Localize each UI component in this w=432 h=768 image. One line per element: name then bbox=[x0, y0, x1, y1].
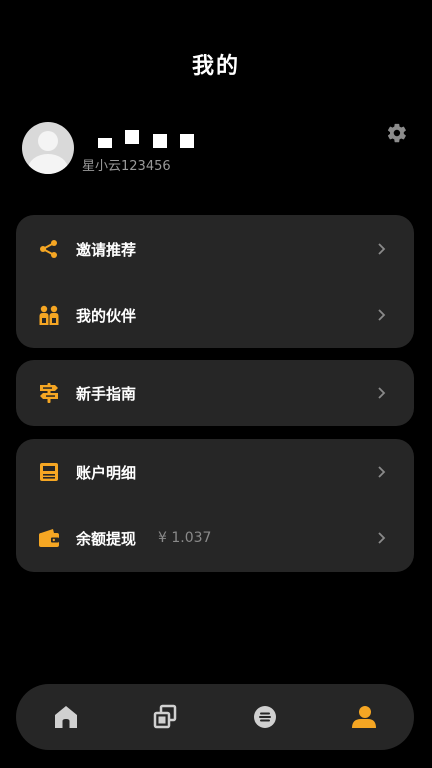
cards-icon[interactable] bbox=[150, 702, 180, 732]
signpost-icon bbox=[40, 383, 58, 403]
balance-value: ¥ 1.037 bbox=[158, 530, 212, 546]
menu-card-2: 新手指南 bbox=[16, 360, 414, 426]
chevron-right-icon bbox=[378, 243, 386, 255]
menu-item-guide[interactable]: 新手指南 bbox=[16, 365, 414, 421]
chevron-right-icon bbox=[378, 532, 386, 544]
menu-item-invite[interactable]: 邀请推荐 bbox=[16, 221, 414, 277]
home-icon[interactable] bbox=[51, 702, 81, 732]
gear-icon[interactable] bbox=[386, 122, 408, 144]
menu-item-partners[interactable]: 我的伙伴 bbox=[16, 287, 414, 343]
avatar-head bbox=[38, 131, 58, 151]
chevron-right-icon bbox=[378, 387, 386, 399]
avatar-shoulders bbox=[28, 154, 68, 174]
page-title: 我的 bbox=[191, 54, 240, 79]
menu-item-label: 余额提现 bbox=[76, 530, 137, 548]
share-icon bbox=[40, 240, 57, 258]
bottom-tab-bar bbox=[16, 684, 414, 750]
chevron-right-icon bbox=[378, 309, 386, 321]
avatar[interactable] bbox=[22, 122, 74, 174]
list-circle-icon[interactable] bbox=[250, 702, 280, 732]
menu-item-account-details[interactable]: 账户明细 bbox=[16, 444, 414, 500]
menu-card-1: 邀请推荐 我的伙伴 bbox=[16, 215, 414, 348]
menu-item-label: 新手指南 bbox=[76, 385, 137, 403]
menu-item-label: 我的伙伴 bbox=[76, 307, 137, 325]
user-id: 星小云123456 bbox=[82, 159, 171, 174]
menu-item-withdraw[interactable]: 余额提现 ¥ 1.037 bbox=[16, 510, 414, 566]
profile-header: 星小云123456 bbox=[22, 122, 410, 176]
menu-item-label: 账户明细 bbox=[76, 464, 137, 482]
profile-icon[interactable] bbox=[349, 702, 379, 732]
chevron-right-icon bbox=[378, 466, 386, 478]
wallet-icon bbox=[39, 529, 59, 547]
user-name-redacted bbox=[84, 130, 194, 148]
menu-item-label: 邀请推荐 bbox=[76, 241, 137, 259]
menu-card-3: 账户明细 余额提现 ¥ 1.037 bbox=[16, 439, 414, 572]
ledger-icon bbox=[40, 463, 58, 481]
partners-icon bbox=[39, 305, 59, 325]
